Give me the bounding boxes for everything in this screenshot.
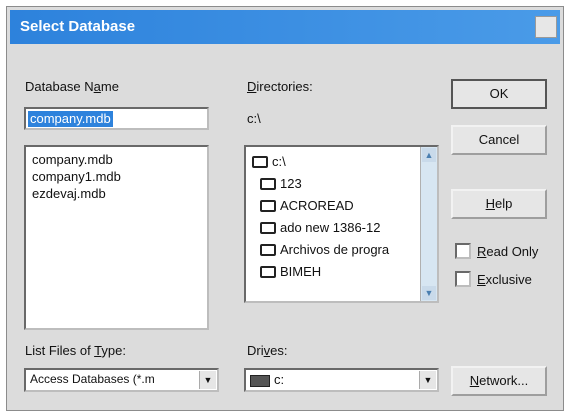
folder-icon [260,266,276,278]
directory-item[interactable]: ado new 1386-12 [252,217,437,239]
directory-item[interactable]: BIMEH [252,261,437,283]
close-button[interactable] [535,16,557,38]
folder-icon [260,244,276,256]
cancel-button[interactable]: Cancel [451,125,547,155]
directory-item[interactable]: ACROREAD [252,195,437,217]
file-item[interactable]: company1.mdb [26,168,207,185]
folder-icon [260,222,276,234]
open-folder-icon [252,156,268,168]
title-bar[interactable]: Select Database [10,10,560,44]
directory-tree[interactable]: c:\ 123 ACROREAD ado new 1386-12 Archivo… [244,145,439,303]
directory-item[interactable]: c:\ [252,151,437,173]
window-title: Select Database [20,18,136,35]
network-button[interactable]: Network... [451,366,547,396]
drive-value: c: [274,372,285,387]
select-database-dialog: Select Database Database Name company.md… [6,6,564,411]
read-only-label: Read Only [477,243,539,259]
checkbox-box[interactable] [455,243,471,259]
folder-icon [260,200,276,212]
drives-label: Drives: [247,343,288,358]
file-item[interactable]: ezdevaj.mdb [26,185,207,202]
database-name-label: Database Name [25,79,119,94]
directories-label: Directories: [247,79,313,94]
list-files-type-label: List Files of Type: [25,343,126,358]
scroll-down-icon[interactable]: ▼ [422,286,436,300]
checkbox-box[interactable] [455,271,471,287]
drive-icon [250,375,270,387]
read-only-checkbox[interactable]: Read Only [455,243,538,259]
ok-button[interactable]: OK [451,79,547,109]
help-button[interactable]: Help [451,189,547,219]
current-directory: c:\ [247,111,261,126]
file-list[interactable]: company.mdb company1.mdb ezdevaj.mdb [24,145,209,330]
folder-icon [260,178,276,190]
chevron-down-icon[interactable]: ▼ [199,371,216,389]
directory-scrollbar[interactable]: ▲ ▼ [420,147,437,301]
directory-item[interactable]: 123 [252,173,437,195]
exclusive-label: Exclusive [477,271,532,287]
file-type-select[interactable]: Access Databases (*.m ▼ [24,368,219,392]
database-name-input[interactable]: company.mdb [24,107,209,130]
database-name-value: company.mdb [28,111,113,127]
scroll-up-icon[interactable]: ▲ [422,148,436,162]
file-item[interactable]: company.mdb [26,151,207,168]
directory-item[interactable]: Archivos de progra [252,239,437,261]
exclusive-checkbox[interactable]: Exclusive [455,271,532,287]
file-type-value: Access Databases (*.m [30,372,155,386]
drive-select[interactable]: c: ▼ [244,368,439,392]
chevron-down-icon[interactable]: ▼ [419,371,436,389]
